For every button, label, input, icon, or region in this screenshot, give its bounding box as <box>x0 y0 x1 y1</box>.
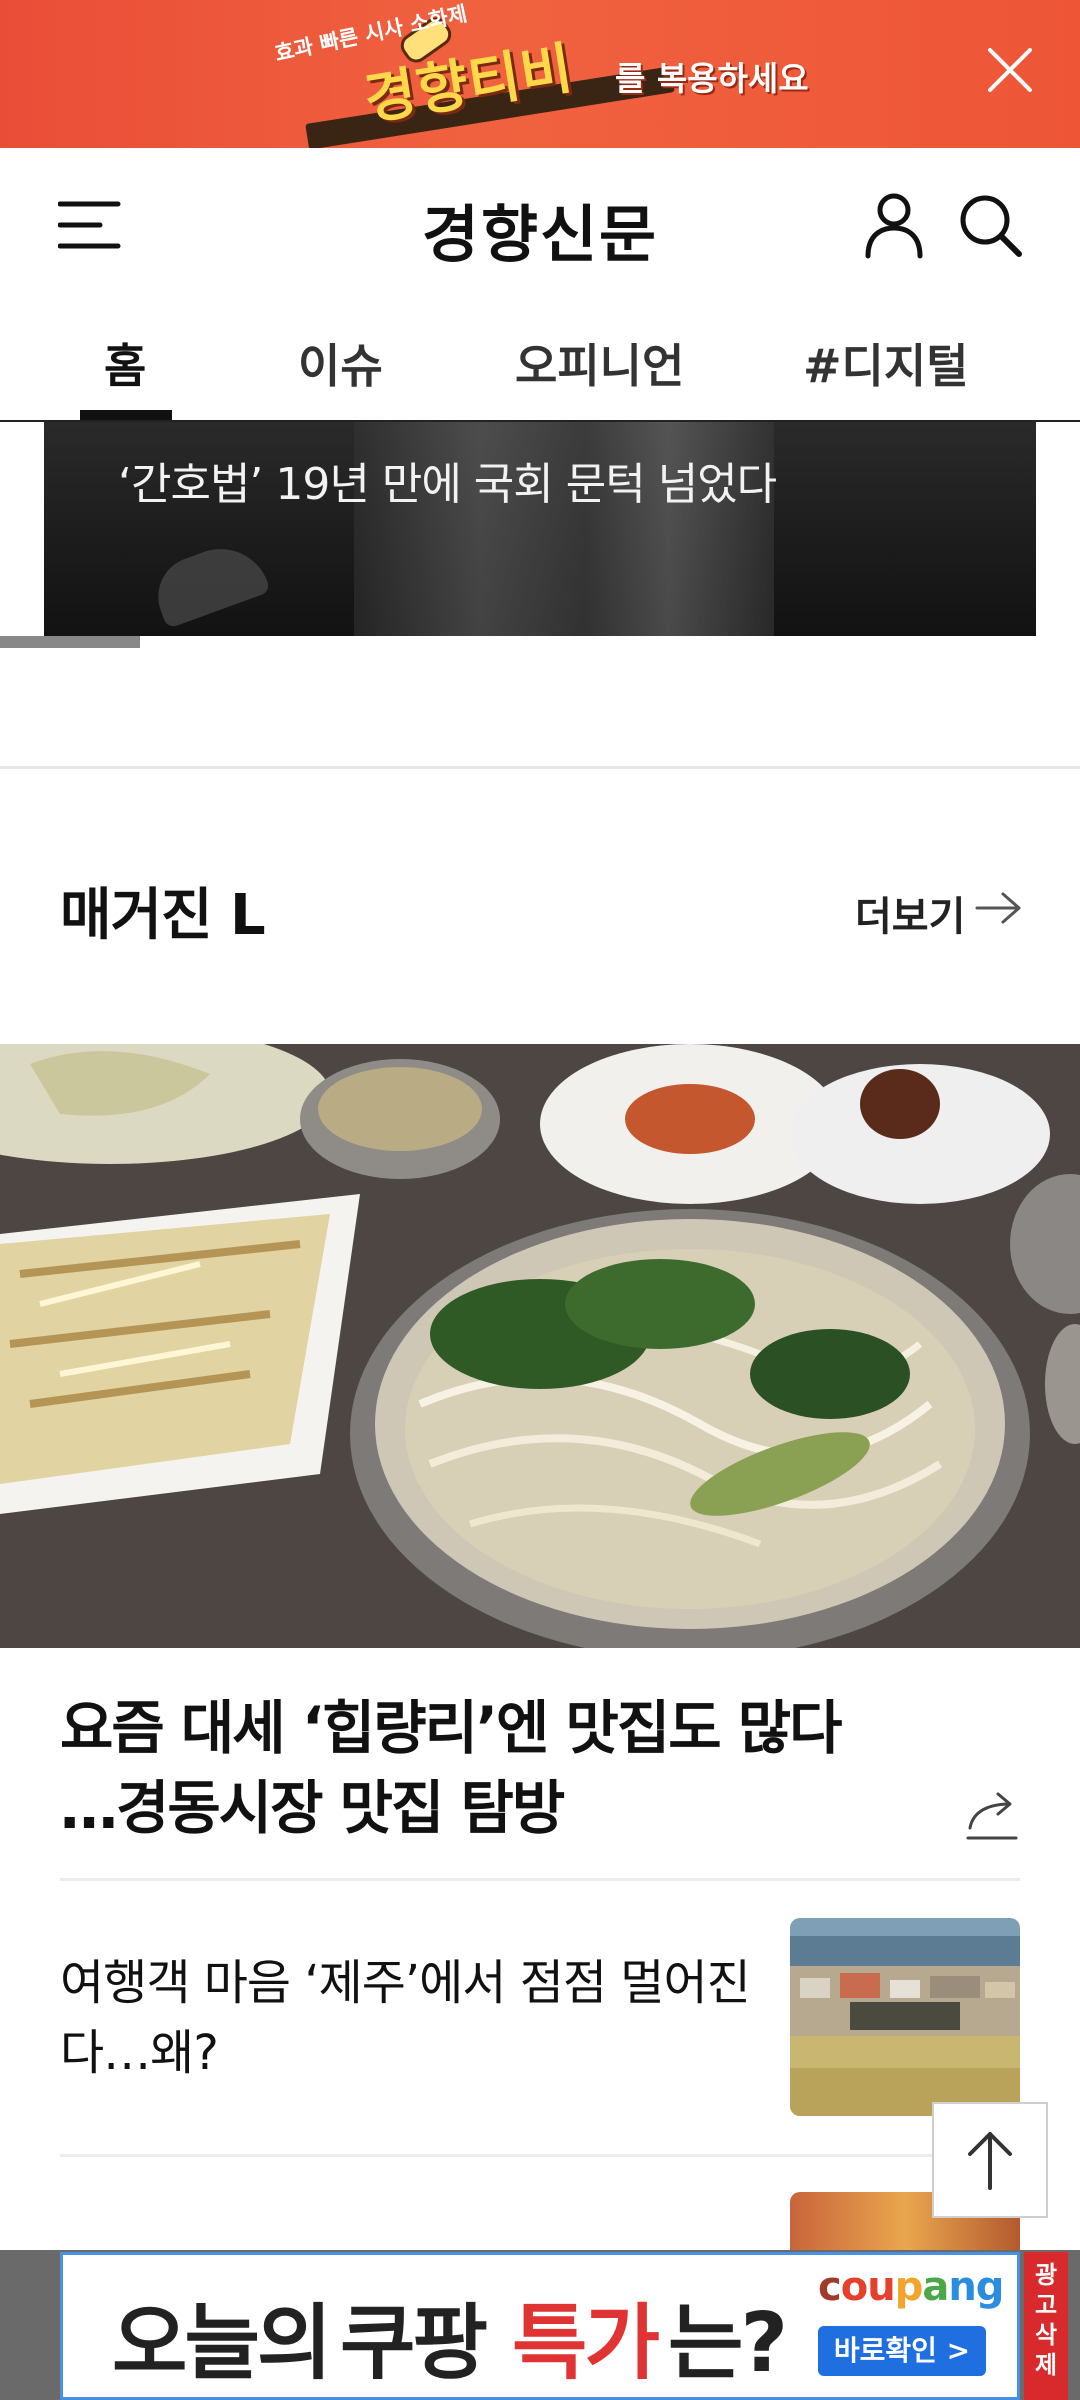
carousel-progress-track <box>0 636 1080 648</box>
ad-remove-label: 광고삭제 <box>1034 2261 1058 2379</box>
arrow-right-icon[interactable] <box>975 888 1023 928</box>
share-icon[interactable] <box>962 1784 1022 1844</box>
tab-opinion[interactable]: 오피니언 <box>515 330 684 396</box>
ad-headline-part: 쿠팡 <box>340 2296 488 2391</box>
scroll-to-top-button[interactable] <box>932 2102 1048 2218</box>
section-title: 매거진 L <box>60 883 266 948</box>
section-divider <box>0 766 1080 769</box>
feature-article-image[interactable] <box>0 1044 1080 1648</box>
user-icon[interactable] <box>862 190 926 260</box>
tab-home[interactable]: 홈 <box>104 330 146 396</box>
top-ad-banner[interactable]: 경향티비 효과 빠른 시사 소화제 를 복용하세요 <box>0 0 1080 150</box>
article-thumbnail[interactable] <box>790 1918 1020 2116</box>
list-divider <box>60 1878 1020 1881</box>
ad-tail-text: 를 복용하세요 <box>615 59 809 98</box>
hero-headline[interactable]: ‘간호법’ 19년 만에 국회 문턱 넘었다 <box>118 448 777 512</box>
coupang-logo: coupang <box>818 2264 1004 2310</box>
more-link[interactable]: 더보기 <box>855 884 965 942</box>
arrow-up-icon <box>968 2132 1012 2190</box>
search-icon[interactable] <box>955 190 1025 260</box>
ad-headline-part: 는? <box>668 2296 788 2391</box>
active-tab-indicator <box>80 410 172 420</box>
jeju-town-photo <box>790 1918 1020 2116</box>
article-title[interactable]: 여행객 마음 ‘제주’에서 점점 멀어진다…왜? <box>60 1948 760 2088</box>
tab-digital[interactable]: #디지털 <box>803 330 969 396</box>
ad-remove-button[interactable]: 광고삭제 <box>1024 2252 1068 2400</box>
ad-cta-button[interactable]: 바로확인 > <box>818 2326 986 2376</box>
list-divider <box>60 2154 1020 2157</box>
close-icon[interactable] <box>982 42 1038 98</box>
ad-headline-highlight: 특가 <box>512 2296 660 2391</box>
ad-headline-part: 오늘의 <box>112 2296 332 2391</box>
feature-headline[interactable]: 요즘 대세 ‘힙량리’엔 맛집도 많다 …경동시장 맛집 탐방 <box>60 1688 960 1848</box>
carousel-progress-fill <box>0 636 140 648</box>
noodle-soup-photo <box>0 1044 1080 1648</box>
hero-image-shoe <box>147 534 271 630</box>
tab-issue[interactable]: 이슈 <box>298 330 383 396</box>
